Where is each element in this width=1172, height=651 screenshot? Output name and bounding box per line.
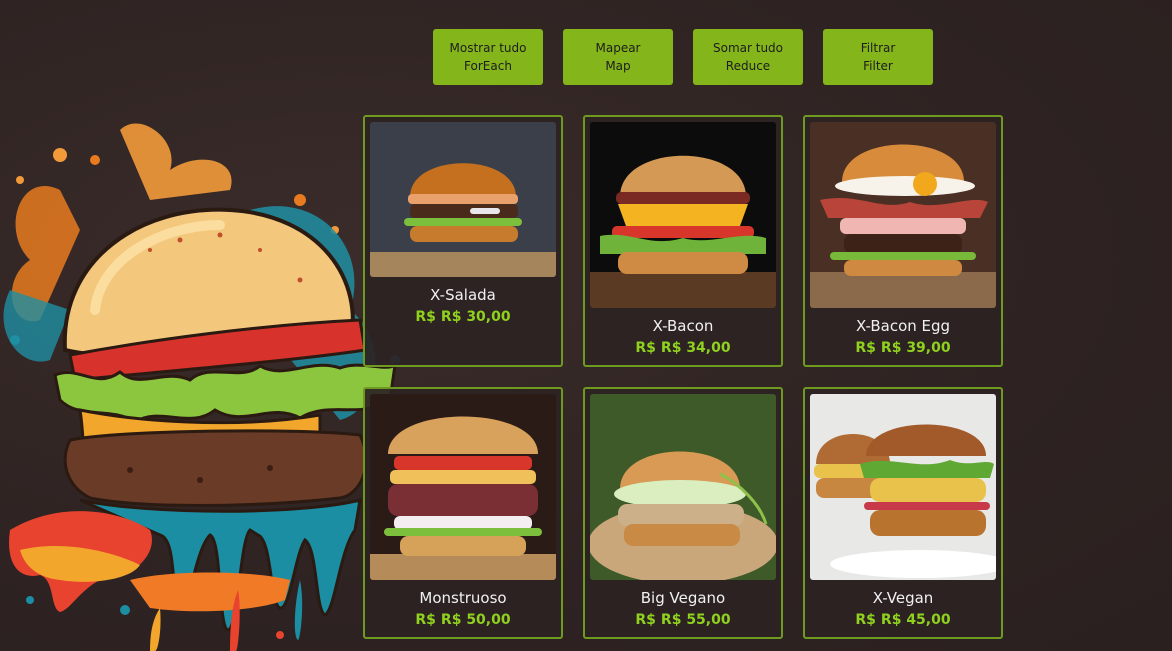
currency-symbol: R$ xyxy=(415,309,436,325)
currency-symbol: R$ xyxy=(855,612,876,628)
product-name: X-Salada xyxy=(430,286,496,304)
price-value: R$ 39,00 xyxy=(880,340,951,356)
button-label-line1: Filtrar xyxy=(860,41,896,55)
product-name: Big Vegano xyxy=(640,589,726,607)
price-value: R$ 50,00 xyxy=(440,612,511,628)
product-card-x-vegan: X-Vegan R$ R$ 45,00 xyxy=(803,387,1003,639)
map-button[interactable]: Mapear Map xyxy=(563,29,673,85)
button-label-line2: Filter xyxy=(863,59,893,73)
price-value: R$ 45,00 xyxy=(880,612,951,628)
product-name: X-Bacon xyxy=(652,317,714,335)
product-price: R$ R$ 39,00 xyxy=(855,339,950,357)
product-price: R$ R$ 45,00 xyxy=(855,611,950,629)
currency-symbol: R$ xyxy=(415,612,436,628)
button-label-line1: Mostrar tudo xyxy=(449,41,527,55)
product-card-x-bacon-egg: X-Bacon Egg R$ R$ 39,00 xyxy=(803,115,1003,367)
product-photo xyxy=(590,394,776,580)
action-buttons: Mostrar tudo ForEach Mapear Map Somar tu… xyxy=(433,29,933,85)
product-name: X-Vegan xyxy=(872,589,934,607)
button-label-line1: Mapear xyxy=(595,41,641,55)
button-label-line2: Reduce xyxy=(725,59,771,73)
price-value: R$ 30,00 xyxy=(440,309,511,325)
product-card-x-bacon: X-Bacon R$ R$ 34,00 xyxy=(583,115,783,367)
currency-symbol: R$ xyxy=(635,340,656,356)
product-card-monstruoso: Monstruoso R$ R$ 50,00 xyxy=(363,387,563,639)
currency-symbol: R$ xyxy=(635,612,656,628)
filter-button[interactable]: Filtrar Filter xyxy=(823,29,933,85)
product-photo xyxy=(810,122,996,308)
button-label-line2: ForEach xyxy=(464,59,512,73)
product-name: Monstruoso xyxy=(419,589,507,607)
price-value: R$ 55,00 xyxy=(660,612,731,628)
product-name: X-Bacon Egg xyxy=(855,317,951,335)
product-grid: X-Salada R$R$ 30,00 X-Bacon R$R$ 34,00 xyxy=(363,115,1003,639)
product-photo xyxy=(370,394,556,580)
product-price: R$ R$ 30,00 xyxy=(415,308,510,326)
product-card-big-vegano: Big Vegano R$ R$ 55,00 xyxy=(583,387,783,639)
button-label-line2: Map xyxy=(605,59,631,73)
sum-reduce-button[interactable]: Somar tudo Reduce xyxy=(693,29,803,85)
product-card-x-salada: X-Salada R$ R$ 30,00 xyxy=(363,115,563,367)
currency-symbol: R$ xyxy=(855,340,876,356)
product-photo xyxy=(590,122,776,308)
price-value: R$ 34,00 xyxy=(660,340,731,356)
page: Mostrar tudo ForEach Mapear Map Somar tu… xyxy=(0,0,1172,651)
product-price: R$ R$ 55,00 xyxy=(635,611,730,629)
product-photo xyxy=(370,122,556,277)
product-photo xyxy=(810,394,996,580)
product-price: R$ R$ 34,00 xyxy=(635,339,730,357)
product-price: R$ R$ 50,00 xyxy=(415,611,510,629)
show-all-foreach-button[interactable]: Mostrar tudo ForEach xyxy=(433,29,543,85)
button-label-line1: Somar tudo xyxy=(712,41,784,55)
